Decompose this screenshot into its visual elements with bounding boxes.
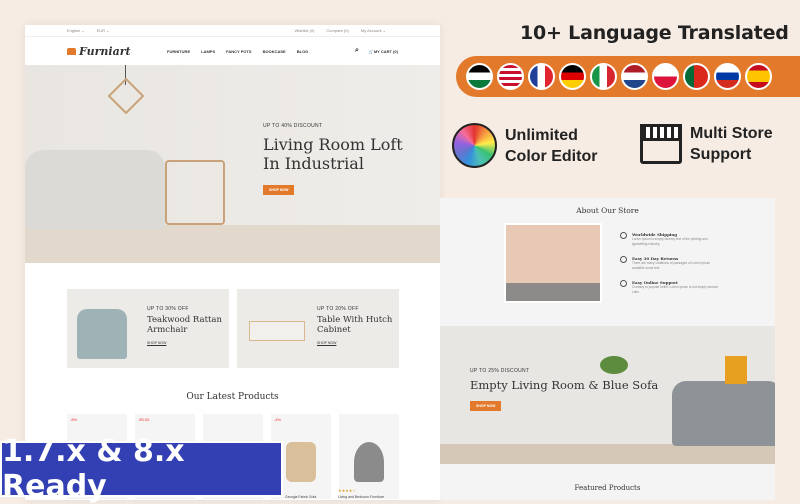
cart-button[interactable]: 🛒MY CART (0) [369, 49, 398, 54]
store-preview: English ⌄ EUR ⌄ Wishlist (0) Compare (0) My… [25, 25, 440, 500]
flag-italy-icon [590, 63, 617, 90]
menu-blog[interactable]: BLOG [297, 49, 309, 54]
wishlist-link[interactable]: Wishlist (0) [295, 28, 315, 33]
feature-returns: Easy 30 Day Returns There are many variat… [620, 256, 720, 270]
banner-shop-now-link[interactable]: SHOP NOW [317, 341, 399, 345]
menu-lamps[interactable]: LAMPS [201, 49, 215, 54]
hero-eyebrow: UP TO 40% DISCOUNT [263, 123, 323, 129]
currency-select[interactable]: EUR ⌄ [97, 28, 110, 33]
logo[interactable]: Furniart [67, 45, 167, 58]
flag-netherlands-icon [621, 63, 648, 90]
side-table-image [165, 160, 225, 225]
pendant-lamp-image [107, 77, 145, 115]
product-name[interactable]: Living and Bedroom Furniture [338, 495, 384, 499]
feature-support: Easy Online Support Contrary to popular b… [620, 280, 720, 294]
language-select[interactable]: English ⌄ [67, 28, 85, 33]
flag-france-icon [528, 63, 555, 90]
feature-shipping: Worldwide Shipping Lorem Ipsum is simply … [620, 232, 720, 246]
banner-cabinet[interactable]: UP TO 20% OFF Table With Hutch Cabinet SHO… [237, 289, 399, 368]
color-editor-feature: Unlimited Color Editor [452, 123, 615, 168]
store-preview-2: About Our Store Worldwide Shipping Lorem … [440, 198, 775, 500]
hero-slider: UP TO 40% DISCOUNT Living Room Loft In I… [25, 65, 440, 263]
featured-products-title: Featured Products [574, 484, 641, 492]
compare-link[interactable]: Compare (0) [326, 28, 348, 33]
sofa-logo-icon [67, 47, 76, 55]
flag-usa-icon [497, 63, 524, 90]
returns-icon [620, 256, 627, 263]
about-image [504, 223, 602, 303]
flag-spain-icon [745, 63, 772, 90]
flag-portugal-icon [683, 63, 710, 90]
sofa-image [672, 381, 775, 446]
armchair-image [25, 150, 165, 230]
menu-bookcase[interactable]: BOOKCASE [263, 49, 286, 54]
banner-shop-now-link[interactable]: SHOP NOW [147, 341, 229, 345]
about-title: About Our Store [576, 206, 639, 215]
language-headline: 10+ Language Translated [520, 22, 789, 44]
top-bar: English ⌄ EUR ⌄ Wishlist (0) Compare (0) My… [25, 25, 440, 37]
menu-furniture[interactable]: FURNITURE [167, 49, 190, 54]
search-icon[interactable]: ⌕ [355, 47, 359, 55]
hero-banner-2: UP TO 25% DISCOUNT Empty Living Room & B… [440, 326, 775, 464]
multi-store-feature: Multi Store Support [640, 123, 785, 165]
account-link[interactable]: My Account ⌄ [361, 28, 386, 33]
phone-icon [620, 280, 627, 287]
shop-now-button[interactable]: SHOP NOW [470, 401, 502, 411]
flag-germany-icon [559, 63, 586, 90]
shipping-icon [620, 232, 627, 239]
product-name[interactable]: Georgia Fabric Sofa [285, 495, 316, 499]
color-wheel-icon [452, 123, 497, 168]
banner-armchair[interactable]: UP TO 30% OFF Teakwood Rattan Armchair SHO… [67, 289, 229, 368]
product-card[interactable] [339, 414, 399, 499]
version-ready-badge: 1.7.x & 8.x Ready [0, 434, 283, 504]
latest-products-title: Our Latest Products [186, 392, 279, 402]
hero-title: Living Room Loft In Industrial [263, 135, 403, 173]
flag-poland-icon [652, 63, 679, 90]
main-nav: Furniart FURNITURE LAMPS FANCY POTS BOOK… [25, 37, 440, 65]
shop-now-button[interactable]: SHOP NOW [263, 185, 295, 195]
flag-arabic-icon [466, 63, 493, 90]
menu-fancy-pots[interactable]: FANCY POTS [226, 49, 252, 54]
flag-band [456, 56, 800, 97]
flag-russia-icon [714, 63, 741, 90]
storefront-icon [640, 124, 682, 164]
hero-2-title: Empty Living Room & Blue Sofa [470, 378, 659, 392]
product-rating: ★★★★☆ [338, 488, 356, 493]
